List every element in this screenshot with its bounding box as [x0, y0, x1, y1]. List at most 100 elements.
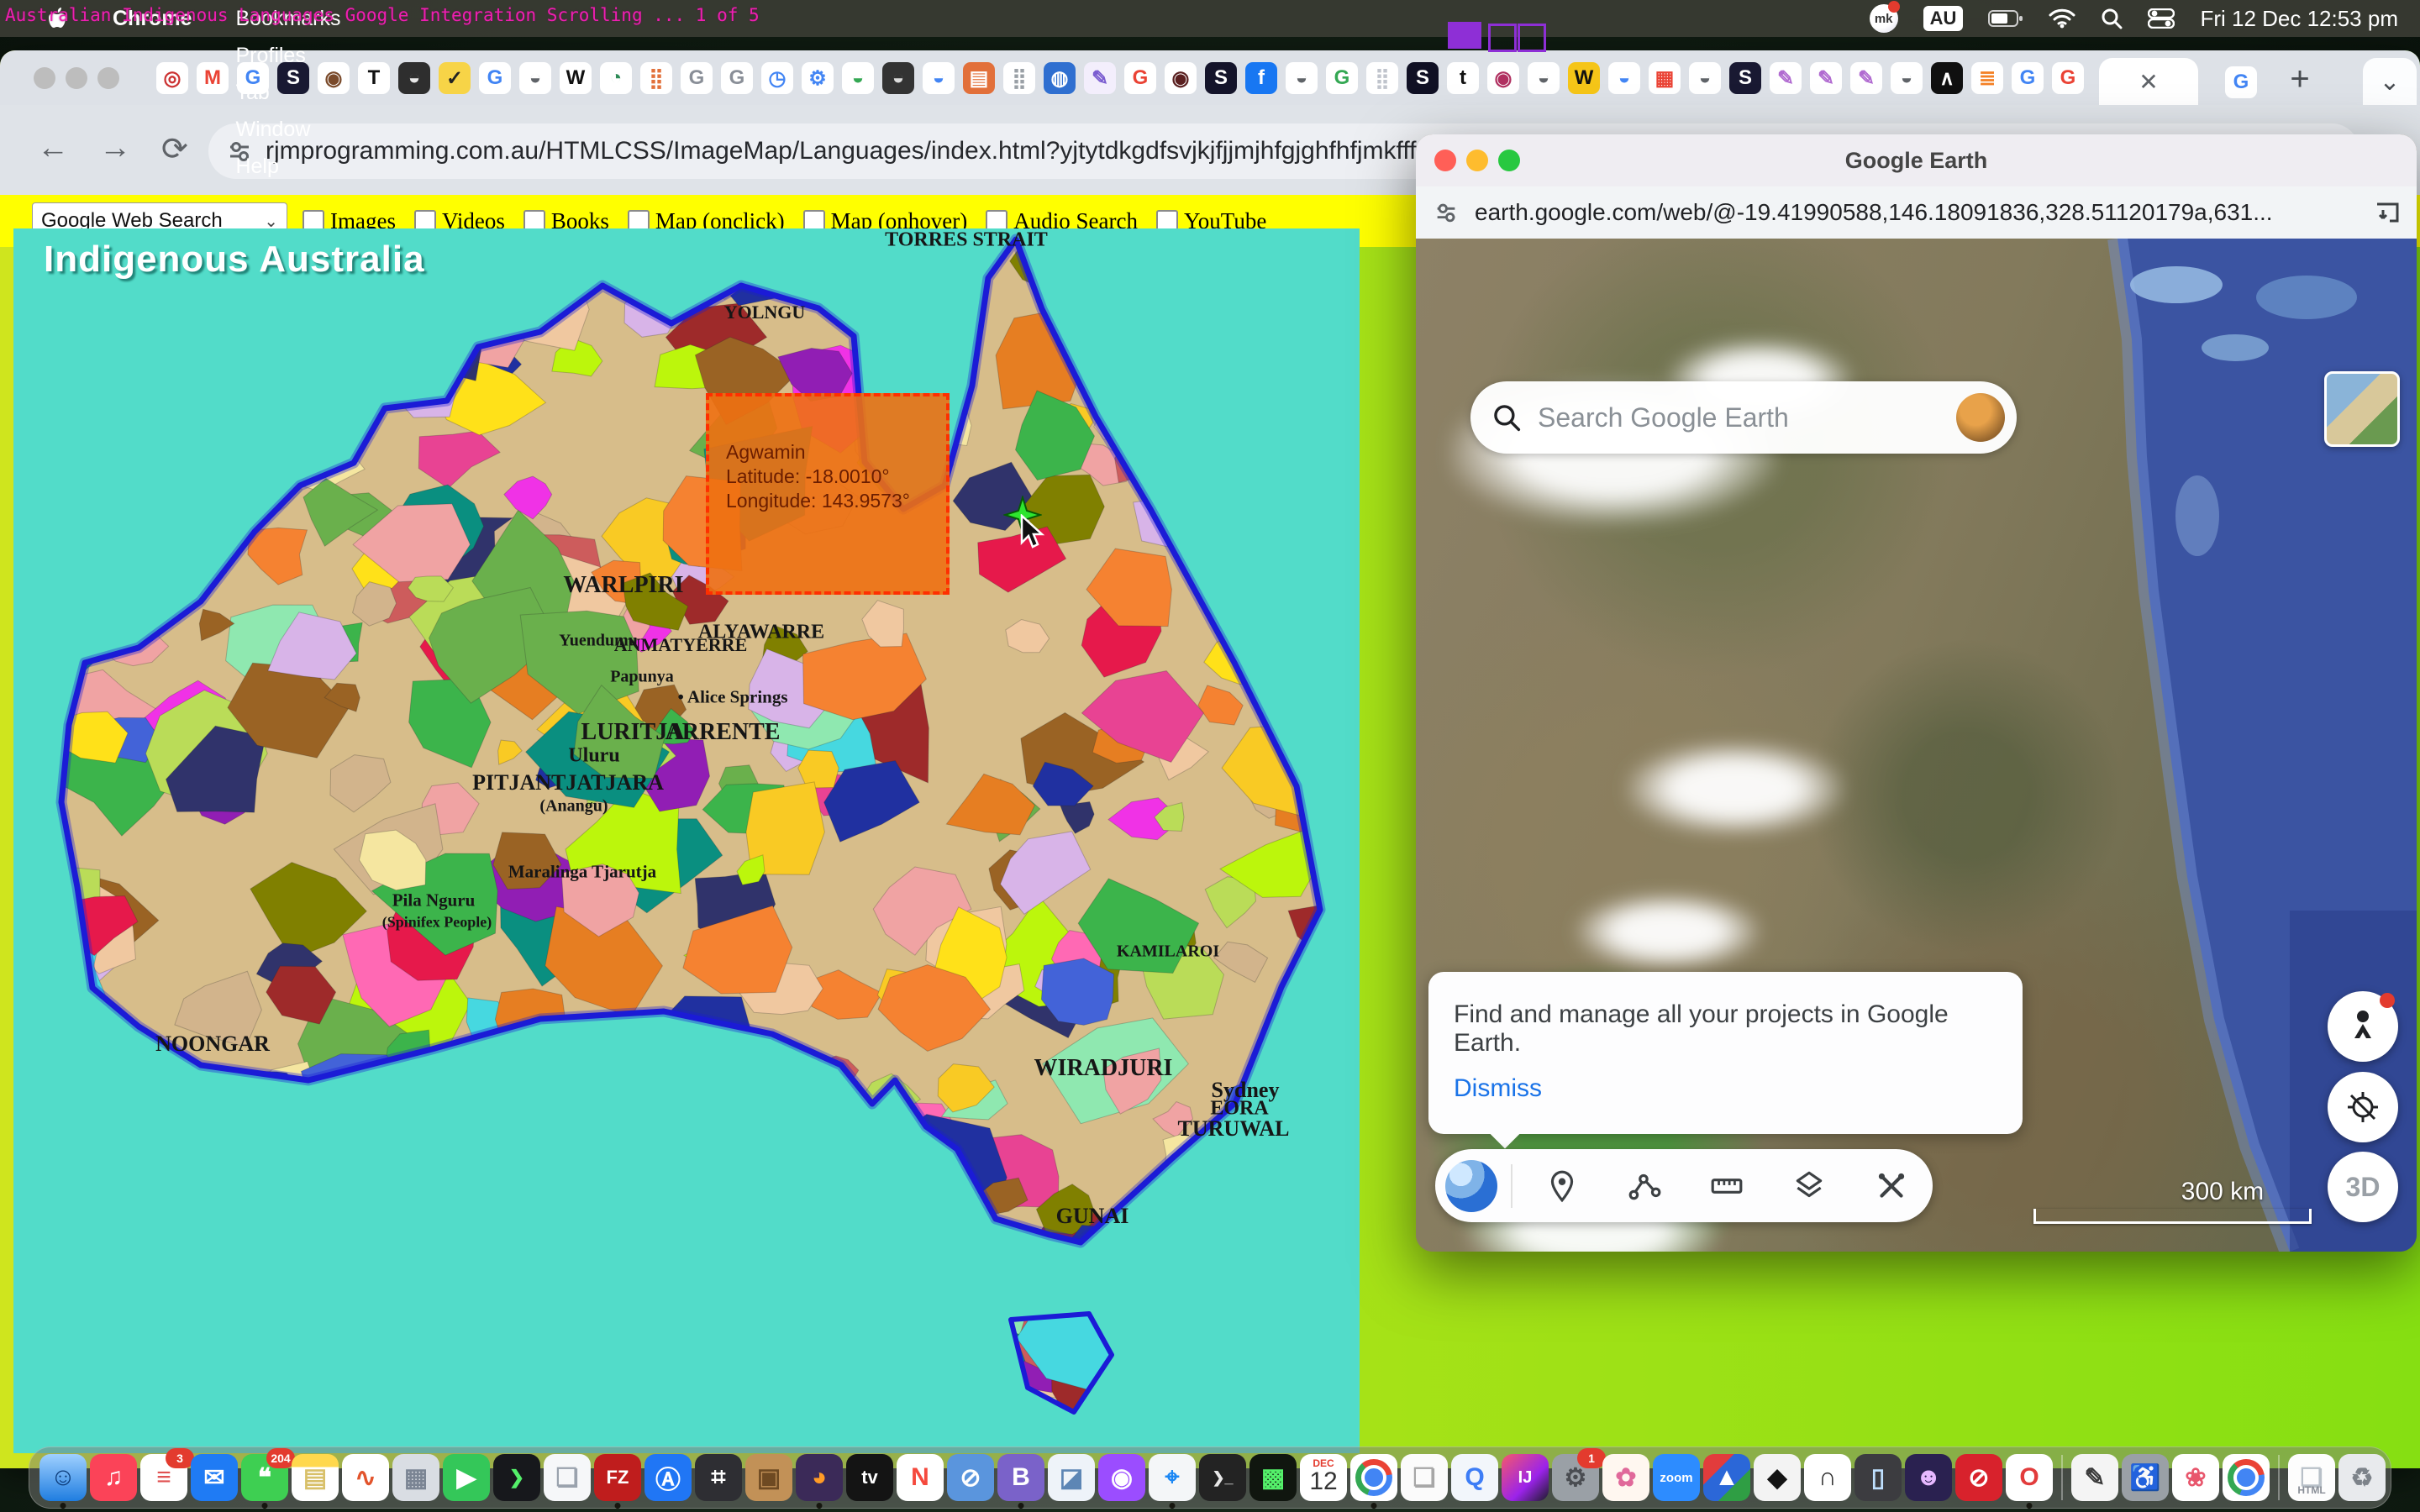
- pinned-tab-46[interactable]: G: [2012, 62, 2044, 94]
- dock-grapher[interactable]: ∿: [342, 1454, 389, 1501]
- spotlight-icon[interactable]: [2101, 8, 2123, 29]
- dock-podcasts[interactable]: ◉: [1098, 1454, 1145, 1501]
- dock-dental-app[interactable]: ∩: [1804, 1454, 1851, 1501]
- pinned-tab-8[interactable]: G: [479, 62, 511, 94]
- menubar-app-icon[interactable]: mk: [1870, 4, 1898, 33]
- map-style-thumbnail[interactable]: [2324, 371, 2400, 447]
- dock-iphone-mirroring[interactable]: ▯: [1854, 1454, 1902, 1501]
- indigenous-map[interactable]: Indigenous Australia TORRES STRAITYOLNGU…: [13, 228, 1360, 1453]
- menubar-clock[interactable]: Fri 12 Dec 12:53 pm: [2200, 6, 2398, 32]
- pinned-tab-45[interactable]: ≣: [1971, 62, 2003, 94]
- pinned-tab-36[interactable]: ◒: [1608, 62, 1640, 94]
- pinned-tab-25[interactable]: ◉: [1165, 62, 1197, 94]
- pinned-tab-34[interactable]: ◒: [1528, 62, 1560, 94]
- dock-accessibility[interactable]: ♿: [2122, 1454, 2169, 1501]
- menu-help[interactable]: Help: [213, 148, 362, 185]
- pinned-tab-19[interactable]: ◒: [923, 62, 955, 94]
- earth-search-bar[interactable]: Search Google Earth: [1470, 381, 2017, 454]
- pinned-tab-26[interactable]: S: [1205, 62, 1237, 94]
- dock-trash[interactable]: ♻: [2338, 1454, 2386, 1501]
- pinned-tab-21[interactable]: ⣿: [1003, 62, 1035, 94]
- earth-viewport[interactable]: Search Google Earth Find and manage all …: [1416, 239, 2417, 1252]
- dock-opera[interactable]: O: [2006, 1454, 2053, 1501]
- dock-news[interactable]: N: [897, 1454, 944, 1501]
- dock-safari[interactable]: ⌖: [1149, 1454, 1196, 1501]
- projects-edit-button[interactable]: [1850, 1168, 1933, 1204]
- earth-close-button[interactable]: [1434, 150, 1456, 171]
- pinned-tab-28[interactable]: ◒: [1286, 62, 1318, 94]
- pinned-tab-40[interactable]: ✎: [1770, 62, 1802, 94]
- tab-search-chevron[interactable]: ⌄: [2363, 58, 2417, 105]
- pinned-tab-10[interactable]: W: [560, 62, 592, 94]
- dock-mail[interactable]: ✉: [191, 1454, 238, 1501]
- dock-markup[interactable]: ✎: [2071, 1454, 2118, 1501]
- dock-app-store[interactable]: Ⓐ: [644, 1454, 692, 1501]
- dock-system-settings[interactable]: ⚙1: [1552, 1454, 1599, 1501]
- dock-messages[interactable]: ❝204: [241, 1454, 288, 1501]
- pinned-tab-17[interactable]: ◒: [842, 62, 874, 94]
- pinned-tab-11[interactable]: ◔: [600, 62, 632, 94]
- google-earth-logo[interactable]: [1445, 1160, 1497, 1212]
- menu-window[interactable]: Window: [213, 111, 362, 148]
- dismiss-button[interactable]: Dismiss: [1454, 1074, 1542, 1103]
- dock-quicktime[interactable]: Q: [1451, 1454, 1498, 1501]
- pinned-tab-9[interactable]: ◒: [519, 62, 551, 94]
- earth-url-text[interactable]: earth.google.com/web/@-19.41990588,146.1…: [1475, 199, 2358, 226]
- pinned-tab-33[interactable]: ◉: [1487, 62, 1519, 94]
- pinned-tab-22[interactable]: ◍: [1044, 62, 1076, 94]
- avatar[interactable]: [1956, 393, 2005, 442]
- earth-urlbar[interactable]: earth.google.com/web/@-19.41990588,146.1…: [1416, 186, 2417, 239]
- pinned-tab-29[interactable]: G: [1326, 62, 1358, 94]
- dock-inkscape[interactable]: ◆: [1754, 1454, 1801, 1501]
- pinned-tab-31[interactable]: S: [1407, 62, 1439, 94]
- menu-tab[interactable]: Tab: [213, 74, 362, 111]
- earth-zoom-button[interactable]: [1498, 150, 1520, 171]
- pinned-tab-13[interactable]: G: [681, 62, 713, 94]
- dock-calendar[interactable]: DEC12: [1300, 1454, 1347, 1501]
- dock-zoom[interactable]: zoom: [1653, 1454, 1700, 1501]
- pinned-tab-5[interactable]: T: [358, 62, 390, 94]
- battery-icon[interactable]: [1988, 9, 2023, 28]
- dock-apple-tv[interactable]: tv: [846, 1454, 893, 1501]
- pinned-tab-7[interactable]: ✓: [439, 62, 471, 94]
- pinned-tab-42[interactable]: ✎: [1850, 62, 1882, 94]
- pinned-tab-39[interactable]: S: [1729, 62, 1761, 94]
- active-tab[interactable]: ✕: [2099, 58, 2198, 105]
- dock-calculator[interactable]: ⌗: [695, 1454, 742, 1501]
- measure-button[interactable]: [1686, 1168, 1768, 1204]
- control-center-icon[interactable]: [2148, 8, 2175, 29]
- pinned-tab-24[interactable]: G: [1124, 62, 1156, 94]
- pinned-tab-43[interactable]: ◒: [1891, 62, 1923, 94]
- dock-terminal-exec[interactable]: ❯: [493, 1454, 540, 1501]
- dock-archive-utility[interactable]: ▣: [745, 1454, 792, 1501]
- pinned-tab-44[interactable]: ∧: [1931, 62, 1963, 94]
- dock-textedit[interactable]: ❏: [1401, 1454, 1448, 1501]
- dock-blank-document[interactable]: ❏: [544, 1454, 591, 1501]
- open-in-browser-icon[interactable]: [2373, 198, 2402, 227]
- dock-music[interactable]: ♫: [90, 1454, 137, 1501]
- dock-bbedit[interactable]: B: [997, 1454, 1044, 1501]
- earth-titlebar[interactable]: Google Earth: [1416, 134, 2417, 187]
- pinned-tab-20[interactable]: ▤: [963, 62, 995, 94]
- add-path-button[interactable]: [1603, 1168, 1686, 1204]
- my-location-button[interactable]: [2328, 1072, 2398, 1142]
- dock-sketchup[interactable]: ▲: [1703, 1454, 1750, 1501]
- pinned-tab-27[interactable]: f: [1245, 62, 1277, 94]
- dock-terminal-ssh[interactable]: ▩: [1249, 1454, 1297, 1501]
- dock-notes[interactable]: ▤: [292, 1454, 339, 1501]
- pinned-tab-32[interactable]: t: [1447, 62, 1479, 94]
- dock-filezilla[interactable]: FZ: [594, 1454, 641, 1501]
- dock-preview[interactable]: ◪: [1048, 1454, 1095, 1501]
- add-placemark-button[interactable]: [1521, 1168, 1603, 1204]
- dock-terminal[interactable]: ❯_: [1199, 1454, 1246, 1501]
- pinned-tab-12[interactable]: ⣿: [640, 62, 672, 94]
- earth-site-settings-icon[interactable]: [1433, 199, 1460, 226]
- pinned-tab-15[interactable]: ◷: [761, 62, 793, 94]
- dock-chrome-alt[interactable]: [2223, 1454, 2270, 1501]
- pinned-tab-47[interactable]: G: [2052, 62, 2084, 94]
- wifi-icon[interactable]: [2049, 8, 2075, 29]
- input-source-badge[interactable]: AU: [1923, 6, 1964, 31]
- pegman-button[interactable]: [2328, 991, 2398, 1062]
- earth-minimize-button[interactable]: [1466, 150, 1488, 171]
- dock-pixelmator[interactable]: ✿: [1602, 1454, 1649, 1501]
